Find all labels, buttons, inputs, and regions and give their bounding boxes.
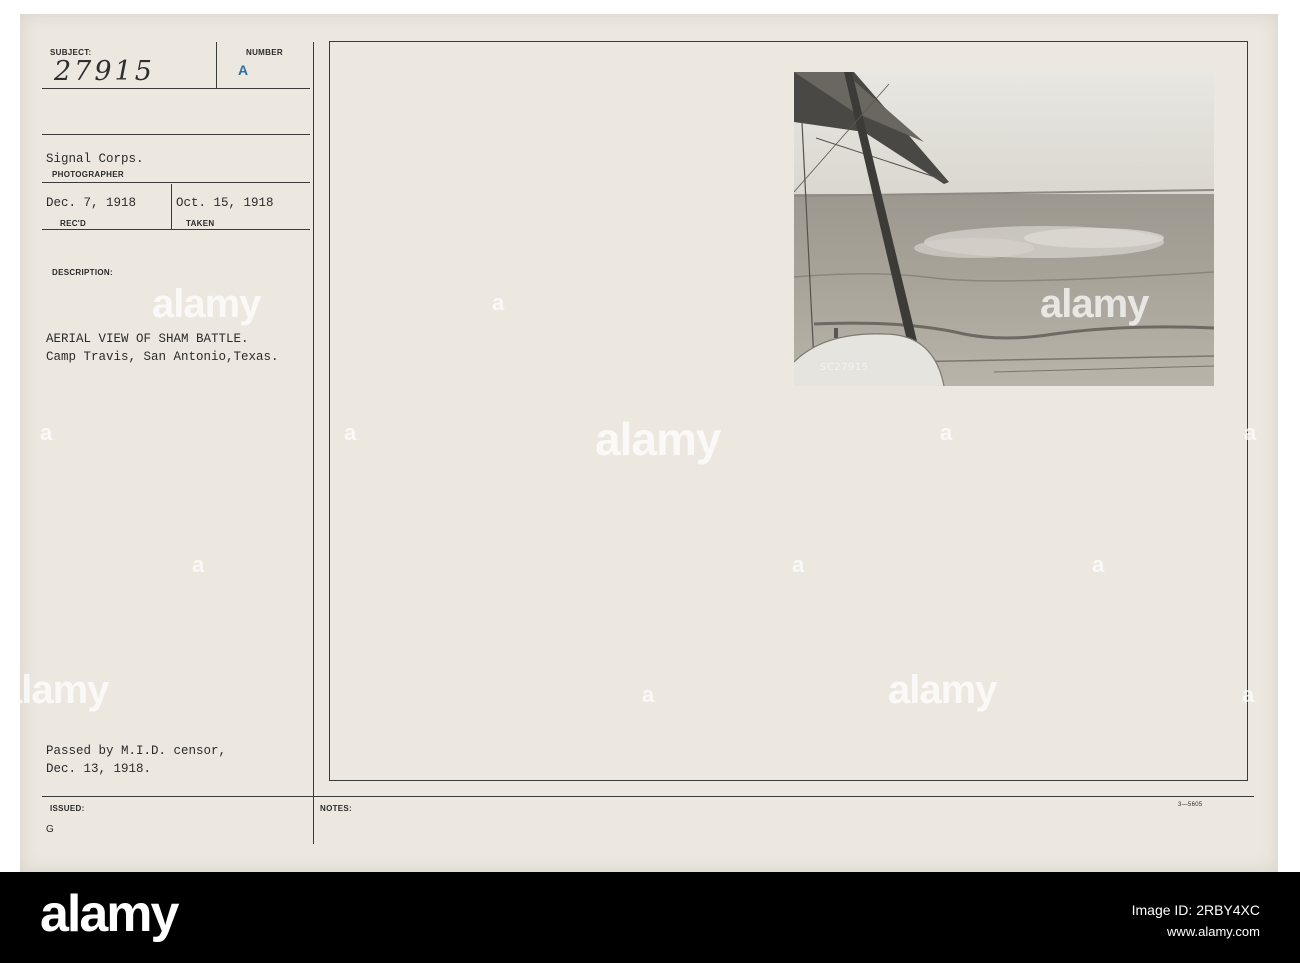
subject-underline — [42, 88, 310, 89]
image-id: Image ID: 2RBY4XC — [1131, 902, 1260, 918]
site-url[interactable]: www.alamy.com — [1167, 924, 1260, 939]
issued-notes-line — [42, 796, 1254, 797]
photo-number: SC27915 — [820, 362, 869, 373]
watermark-large-2: alamy — [1040, 282, 1149, 326]
dates-divider — [171, 184, 172, 230]
taken-label: TAKEN — [186, 219, 215, 228]
watermark-mark-10: a — [1242, 682, 1255, 707]
watermark-mark-9: a — [642, 682, 655, 707]
frame-bottom — [329, 780, 1248, 781]
number-value: A — [238, 62, 249, 78]
watermark-mark-4: a — [1244, 420, 1257, 445]
watermark-large-5: alamy — [888, 668, 997, 712]
dates-underline — [42, 229, 310, 230]
watermark-large-1: alamy — [152, 282, 261, 326]
form-code: 3—5605 — [1178, 802, 1203, 808]
aerial-photograph: SC27915 — [794, 72, 1214, 386]
notes-label: NOTES: — [320, 804, 353, 813]
watermark-large-4: alamy — [0, 668, 109, 712]
watermark-mark-7: a — [792, 552, 805, 577]
description-line-1: AERIAL VIEW OF SHAM BATTLE. — [46, 332, 249, 346]
taken-date: Oct. 15, 1918 — [176, 196, 274, 210]
watermark-mark-2: a — [344, 420, 357, 445]
photographer-value: Signal Corps. — [46, 152, 144, 166]
photographer-underline — [42, 182, 310, 183]
frame-left — [329, 41, 330, 781]
subject-number: 27915 — [54, 56, 155, 87]
received-date: Dec. 7, 1918 — [46, 196, 137, 210]
watermark-mark-3: a — [940, 420, 953, 445]
received-label: REC'D — [60, 219, 87, 228]
watermark-mark-6: a — [492, 290, 505, 315]
issued-value: G — [46, 824, 55, 835]
watermark-mark-8: a — [1092, 552, 1105, 577]
footer-bar: alamy Image ID: 2RBY4XC www.alamy.com — [0, 872, 1300, 963]
number-label: NUMBER — [246, 48, 283, 57]
photographer-label: PHOTOGRAPHER — [52, 170, 124, 179]
subject-number-divider — [216, 42, 217, 88]
alamy-logo: alamy — [40, 885, 179, 943]
watermark-mark-1: a — [40, 420, 53, 445]
description-label: DESCRIPTION: — [52, 268, 113, 277]
aerial-view-image — [794, 72, 1214, 386]
issued-label: ISSUED: — [50, 804, 85, 813]
frame-right — [1247, 41, 1248, 781]
watermark-large-3: alamy — [595, 413, 721, 465]
description-line-2: Camp Travis, San Antonio,Texas. — [46, 350, 279, 364]
header-divider — [42, 134, 310, 135]
left-column-border — [313, 42, 314, 844]
censor-line-1: Passed by M.I.D. censor, — [46, 744, 227, 758]
frame-top — [329, 41, 1248, 42]
watermark-mark-5: a — [192, 552, 205, 577]
censor-line-2: Dec. 13, 1918. — [46, 762, 152, 776]
